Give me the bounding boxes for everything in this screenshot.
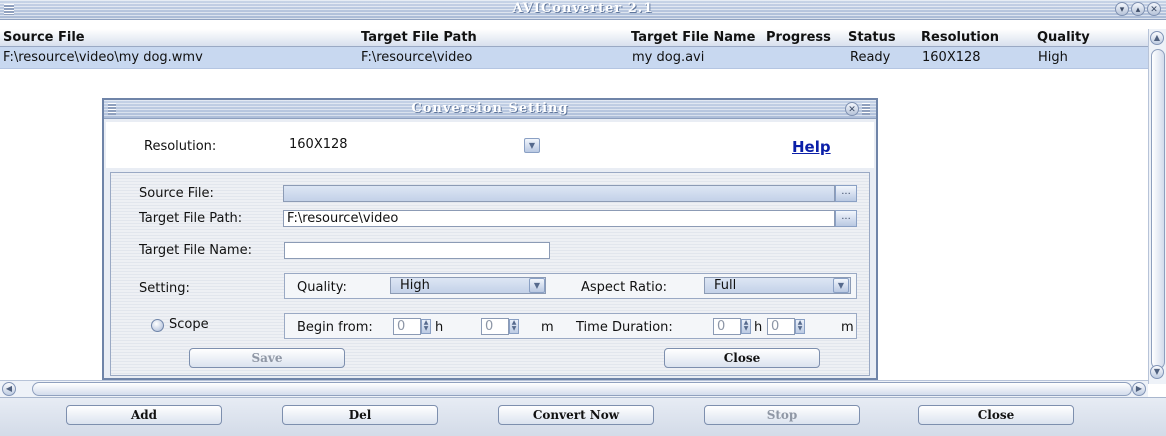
column-header-progress[interactable]: Progress — [766, 30, 831, 45]
resolution-panel: Resolution: 160X128 ▼ Help — [106, 122, 874, 168]
begin-minutes-spinner-icon[interactable]: ▲ ▼ — [509, 319, 519, 334]
duration-hours-spinner-icon[interactable]: ▲ ▼ — [741, 319, 751, 334]
title-bar[interactable]: AVIConverter 2.1 ▾ ▴ ✕ — [0, 0, 1166, 20]
aspect-ratio-value: Full — [714, 278, 737, 293]
scope-label: Scope — [169, 317, 209, 332]
minimize-icon[interactable]: ▾ — [1115, 2, 1129, 16]
vertical-scrollbar[interactable]: ▲ ▼ — [1148, 29, 1166, 384]
stop-button[interactable]: Stop — [704, 405, 860, 425]
source-file-label: Source File: — [139, 186, 214, 201]
quality-label: Quality: — [297, 280, 347, 295]
maximize-icon[interactable]: ▴ — [1131, 2, 1145, 16]
close-icon[interactable]: ✕ — [1147, 2, 1161, 16]
column-header-target-file-name[interactable]: Target File Name — [631, 30, 755, 45]
column-header-target-file-path[interactable]: Target File Path — [361, 30, 477, 45]
aspect-ratio-label: Aspect Ratio: — [581, 280, 668, 295]
dialog-title-bar[interactable]: Conversion Setting ✕ — [104, 100, 876, 119]
begin-hours-unit: h — [435, 320, 444, 335]
begin-hours-input[interactable]: 0 — [393, 318, 421, 335]
duration-minutes-unit: m — [841, 320, 854, 335]
add-button[interactable]: Add — [66, 405, 222, 425]
target-name-label: Target File Name: — [139, 243, 252, 258]
window-title: AVIConverter 2.1 — [512, 1, 654, 16]
target-name-input[interactable] — [284, 242, 550, 259]
dialog-close-icon[interactable]: ✕ — [845, 102, 859, 116]
begin-from-label: Begin from: — [297, 320, 373, 335]
scroll-up-icon[interactable]: ▲ — [1150, 31, 1164, 45]
setting-label: Setting: — [139, 281, 190, 296]
horizontal-scroll-thumb[interactable] — [32, 382, 1132, 396]
scroll-down-icon[interactable]: ▼ — [1150, 365, 1164, 379]
duration-hours-value: 0 — [717, 319, 726, 334]
cell-target-file-name: my dog.avi — [632, 50, 705, 65]
column-header-source-file[interactable]: Source File — [3, 30, 85, 45]
dialog-close-button[interactable]: Close — [664, 348, 820, 368]
table-header: Source File Target File Path Target File… — [0, 29, 1148, 47]
cell-target-file-path: F:\resource\video — [361, 50, 473, 65]
begin-minutes-unit: m — [541, 320, 554, 335]
quality-value: High — [400, 278, 430, 293]
target-path-browse-button[interactable]: ... — [835, 210, 857, 227]
vertical-scroll-thumb[interactable] — [1151, 49, 1165, 369]
source-browse-button[interactable]: ... — [835, 185, 857, 202]
duration-minutes-input[interactable]: 0 — [767, 318, 795, 335]
begin-hours-spinner-icon[interactable]: ▲ ▼ — [421, 319, 431, 334]
settings-panel: Source File: ... Target File Path: F:\re… — [110, 172, 870, 376]
del-button[interactable]: Del — [282, 405, 438, 425]
source-file-input[interactable] — [283, 185, 835, 202]
target-path-value: F:\resource\video — [287, 211, 399, 226]
begin-minutes-input[interactable]: 0 — [481, 318, 509, 335]
quality-select[interactable]: High — [390, 277, 546, 294]
horizontal-scrollbar[interactable]: ◀ ▶ — [0, 380, 1148, 397]
save-button[interactable]: Save — [189, 348, 345, 368]
grip-icon — [862, 103, 870, 115]
resolution-label: Resolution: — [144, 139, 217, 154]
setting-group: Quality: High ▼ Aspect Ratio: Full ▼ — [284, 273, 857, 299]
begin-minutes-value: 0 — [485, 319, 494, 334]
resolution-dropdown-icon[interactable]: ▼ — [524, 138, 540, 153]
bottom-toolbar: Add Del Convert Now Stop Close — [0, 397, 1166, 436]
aspect-ratio-select[interactable]: Full — [704, 277, 851, 294]
cell-source-file: F:\resource\video\my dog.wmv — [3, 50, 203, 65]
column-header-quality[interactable]: Quality — [1037, 30, 1090, 45]
duration-minutes-value: 0 — [771, 319, 780, 334]
close-button[interactable]: Close — [918, 405, 1074, 425]
duration-hours-input[interactable]: 0 — [713, 318, 741, 335]
resolution-select[interactable]: 160X128 — [286, 137, 538, 154]
cell-resolution: 160X128 — [922, 50, 981, 65]
duration-hours-unit: h — [754, 320, 763, 335]
help-link[interactable]: Help — [792, 138, 831, 156]
time-duration-label: Time Duration: — [576, 320, 673, 335]
column-header-resolution[interactable]: Resolution — [921, 30, 999, 45]
resolution-value: 160X128 — [289, 137, 348, 152]
table-row[interactable]: F:\resource\video\my dog.wmv F:\resource… — [0, 47, 1148, 69]
convert-now-button[interactable]: Convert Now — [498, 405, 654, 425]
scope-radio[interactable] — [151, 319, 164, 332]
conversion-setting-dialog: Conversion Setting ✕ Resolution: 160X128… — [102, 98, 878, 380]
target-path-label: Target File Path: — [139, 211, 243, 226]
scope-group: Begin from: 0 ▲ ▼ h 0 ▲ ▼ m Time Duration:… — [284, 313, 857, 339]
cell-status: Ready — [850, 50, 891, 65]
aspect-ratio-dropdown-icon[interactable]: ▼ — [833, 278, 849, 293]
cell-quality: High — [1038, 50, 1068, 65]
scroll-right-icon[interactable]: ▶ — [1132, 382, 1146, 396]
begin-hours-value: 0 — [397, 319, 406, 334]
target-path-input[interactable]: F:\resource\video — [283, 210, 835, 227]
duration-minutes-spinner-icon[interactable]: ▲ ▼ — [795, 319, 805, 334]
dialog-title: Conversion Setting — [411, 101, 569, 116]
quality-dropdown-icon[interactable]: ▼ — [529, 278, 545, 293]
scroll-left-icon[interactable]: ◀ — [2, 382, 16, 396]
column-header-status[interactable]: Status — [848, 30, 896, 45]
